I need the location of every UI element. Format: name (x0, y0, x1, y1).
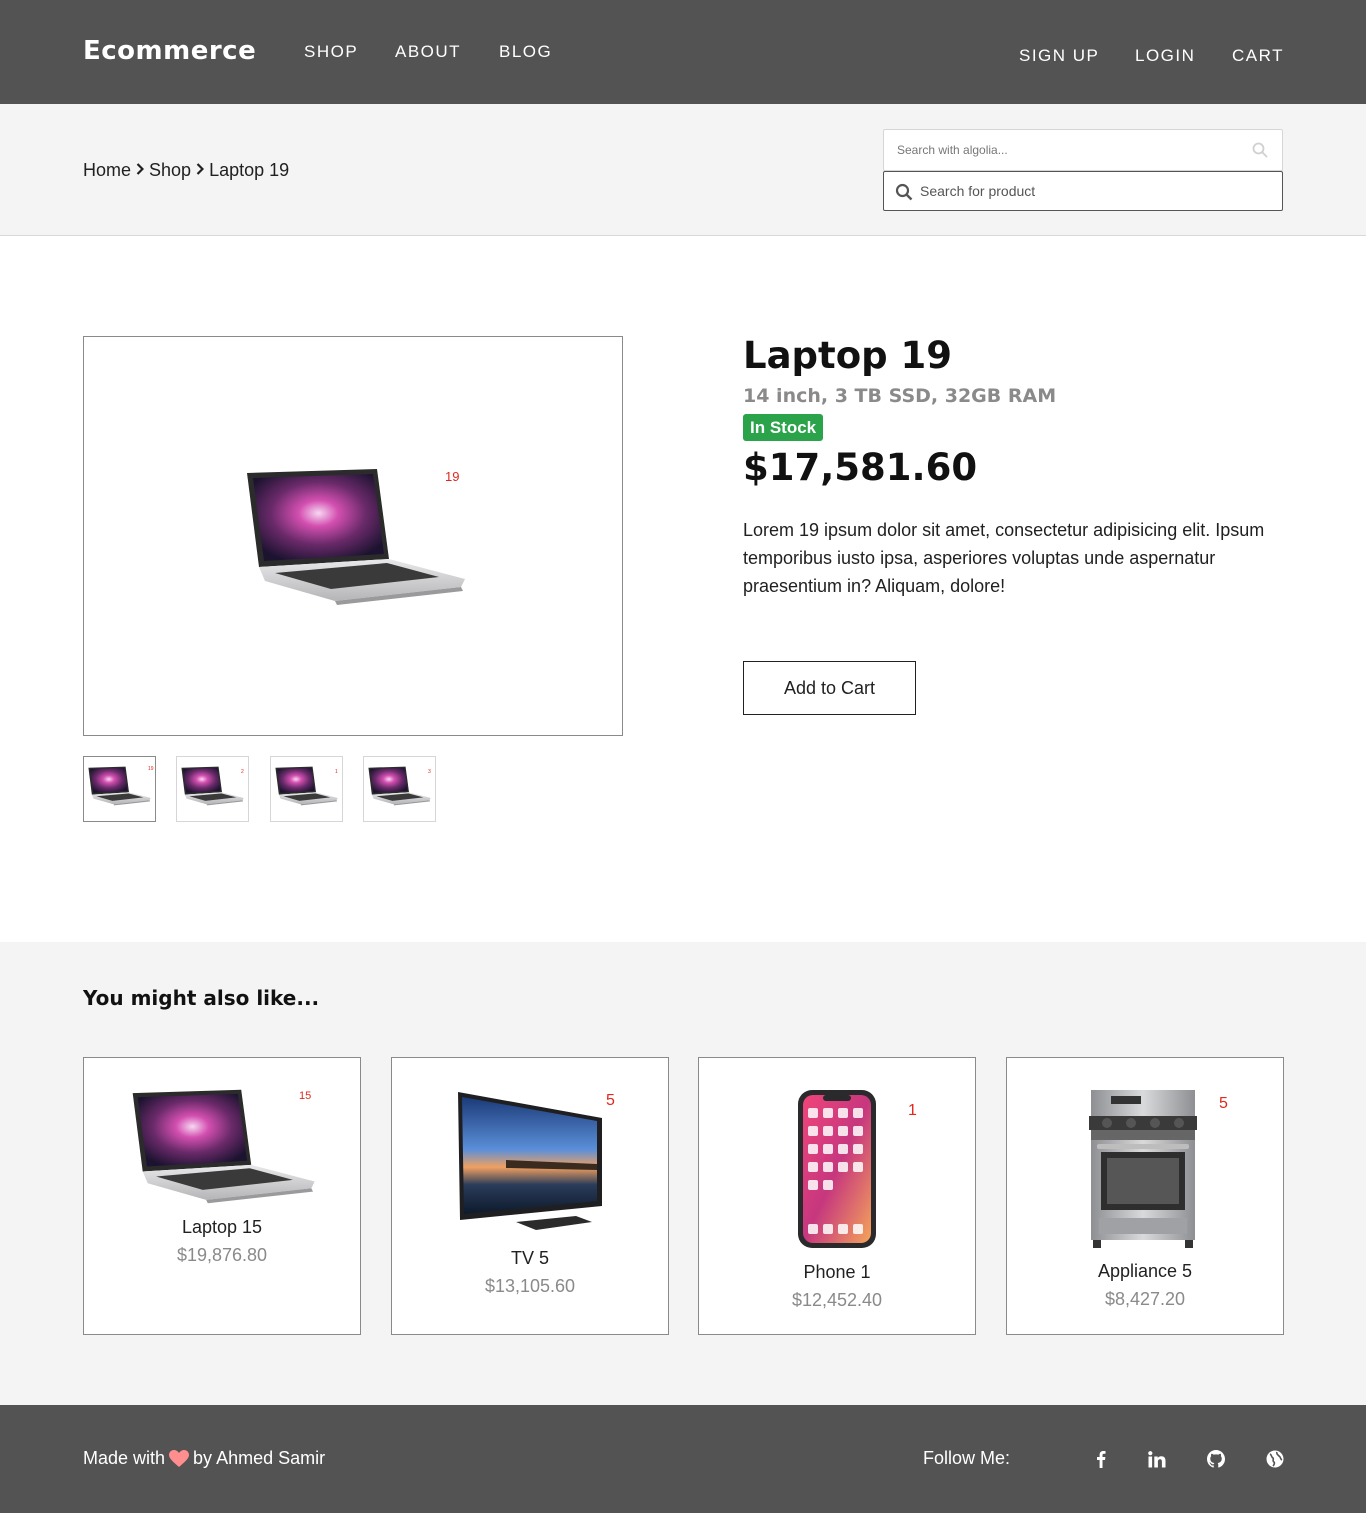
laptop-icon (179, 766, 245, 806)
breadcrumb: Home Shop Laptop 19 (83, 160, 289, 181)
author-text: by Ahmed Samir (193, 1448, 326, 1468)
github-icon[interactable] (1206, 1449, 1226, 1469)
thumbnail-label: 1 (335, 769, 338, 775)
heart-icon (169, 1449, 190, 1468)
laptop-icon (86, 766, 152, 806)
site-logo[interactable]: Ecommerce (83, 36, 256, 66)
product-thumbnail-4[interactable]: 3 (363, 756, 436, 822)
related-product-card[interactable]: 1 Phone 1 $12,452.40 (698, 1057, 976, 1335)
product-title: Laptop 19 (743, 334, 952, 377)
breadcrumb-current: Laptop 19 (209, 160, 290, 180)
globe-icon[interactable] (1265, 1449, 1285, 1469)
product-description: Lorem 19 ipsum dolor sit amet, consectet… (743, 520, 1265, 596)
stove-icon (1089, 1090, 1197, 1248)
related-products-title: You might also like... (83, 986, 320, 1010)
chevron-right-icon (196, 162, 205, 179)
product-thumbnail-2[interactable]: 2 (176, 756, 249, 822)
related-product-name[interactable]: Laptop 15 (84, 1217, 360, 1238)
nav-cart-link[interactable]: CART (1232, 46, 1284, 66)
add-to-cart-button[interactable]: Add to Cart (743, 661, 916, 715)
breadcrumb-home-link[interactable]: Home (83, 160, 131, 181)
stock-badge: In Stock (743, 414, 824, 441)
product-search-box (883, 171, 1283, 211)
linkedin-icon[interactable] (1147, 1449, 1167, 1469)
product-number-label: 5 (1219, 1095, 1228, 1112)
product-thumbnail-3[interactable]: 1 (270, 756, 343, 822)
related-product-card[interactable]: 5 TV 5 $13,105.60 (391, 1057, 669, 1335)
footer-credit: Made with by Ahmed Samir (83, 1448, 325, 1469)
breadcrumb-shop-link[interactable]: Shop (149, 160, 191, 181)
related-product-price: $13,105.60 (484, 1276, 576, 1296)
laptop-icon (273, 766, 339, 806)
product-thumbnail-1[interactable]: 19 (83, 756, 156, 822)
related-product-name[interactable]: Appliance 5 (1007, 1261, 1283, 1282)
chevron-right-icon (136, 162, 145, 179)
nav-about-link[interactable]: ABOUT (395, 42, 461, 62)
laptop-icon (366, 766, 432, 806)
nav-signup-link[interactable]: SIGN UP (1019, 46, 1099, 66)
product-search-input[interactable] (884, 172, 1282, 210)
related-product-price: $12,452.40 (791, 1290, 883, 1310)
thumbnail-label: 3 (428, 769, 431, 775)
phone-icon (798, 1090, 876, 1248)
image-number-label: 19 (445, 469, 460, 484)
product-number-label: 1 (908, 1102, 917, 1119)
product-price: $17,581.60 (743, 446, 978, 489)
facebook-icon[interactable] (1091, 1449, 1111, 1469)
algolia-search-input[interactable] (884, 130, 1282, 170)
product-number-label: 5 (606, 1092, 615, 1109)
related-products-section: You might also like... 15 Laptop 15 $19,… (0, 942, 1366, 1405)
product-number-label: 15 (299, 1090, 312, 1102)
thumbnail-label: 19 (148, 766, 154, 772)
nav-shop-link[interactable]: SHOP (304, 42, 358, 62)
nav-blog-link[interactable]: BLOG (499, 42, 552, 62)
top-navbar: Ecommerce SHOP ABOUT BLOG SIGN UP LOGIN … (0, 0, 1366, 104)
related-product-price: $19,876.80 (176, 1245, 268, 1265)
related-product-name[interactable]: TV 5 (392, 1248, 668, 1269)
thumbnail-label: 2 (241, 769, 244, 775)
algolia-search-box (883, 129, 1283, 171)
related-product-name[interactable]: Phone 1 (699, 1262, 975, 1283)
site-footer: Made with by Ahmed Samir Follow Me: (0, 1405, 1366, 1513)
laptop-icon (239, 467, 469, 607)
breadcrumb-bar: Home Shop Laptop 19 (0, 104, 1366, 236)
search-icon[interactable] (1252, 142, 1268, 163)
nav-login-link[interactable]: LOGIN (1135, 46, 1195, 66)
laptop-icon (126, 1088, 318, 1205)
made-with-text: Made with (83, 1448, 166, 1468)
related-product-card[interactable]: 15 Laptop 15 $19,876.80 (83, 1057, 361, 1335)
follow-me-label: Follow Me: (923, 1448, 1011, 1468)
product-details: 14 inch, 3 TB SSD, 32GB RAM (743, 385, 1057, 407)
tv-icon (458, 1092, 602, 1230)
product-main-image: 19 (83, 336, 623, 736)
related-product-card[interactable]: 5 Appliance 5 $8,427.20 (1006, 1057, 1284, 1335)
related-product-price: $8,427.20 (1104, 1289, 1186, 1309)
